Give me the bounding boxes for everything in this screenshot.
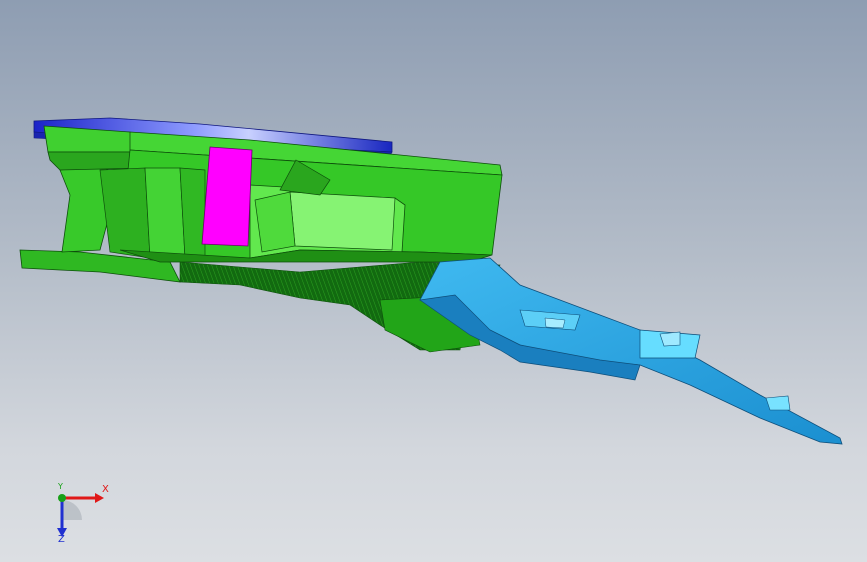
green-bracket-part[interactable] — [19, 125, 503, 353]
triad-y-label: Y — [58, 482, 63, 491]
cyan-arm-part[interactable] — [419, 257, 843, 445]
triad-x-label: X — [102, 484, 109, 495]
3d-model[interactable] — [0, 0, 867, 562]
coordinate-triad: X Y Z — [40, 480, 120, 550]
magenta-block-part[interactable] — [201, 146, 253, 247]
cad-viewport[interactable]: X Y Z — [0, 0, 867, 562]
triad-z-label: Z — [58, 534, 65, 545]
